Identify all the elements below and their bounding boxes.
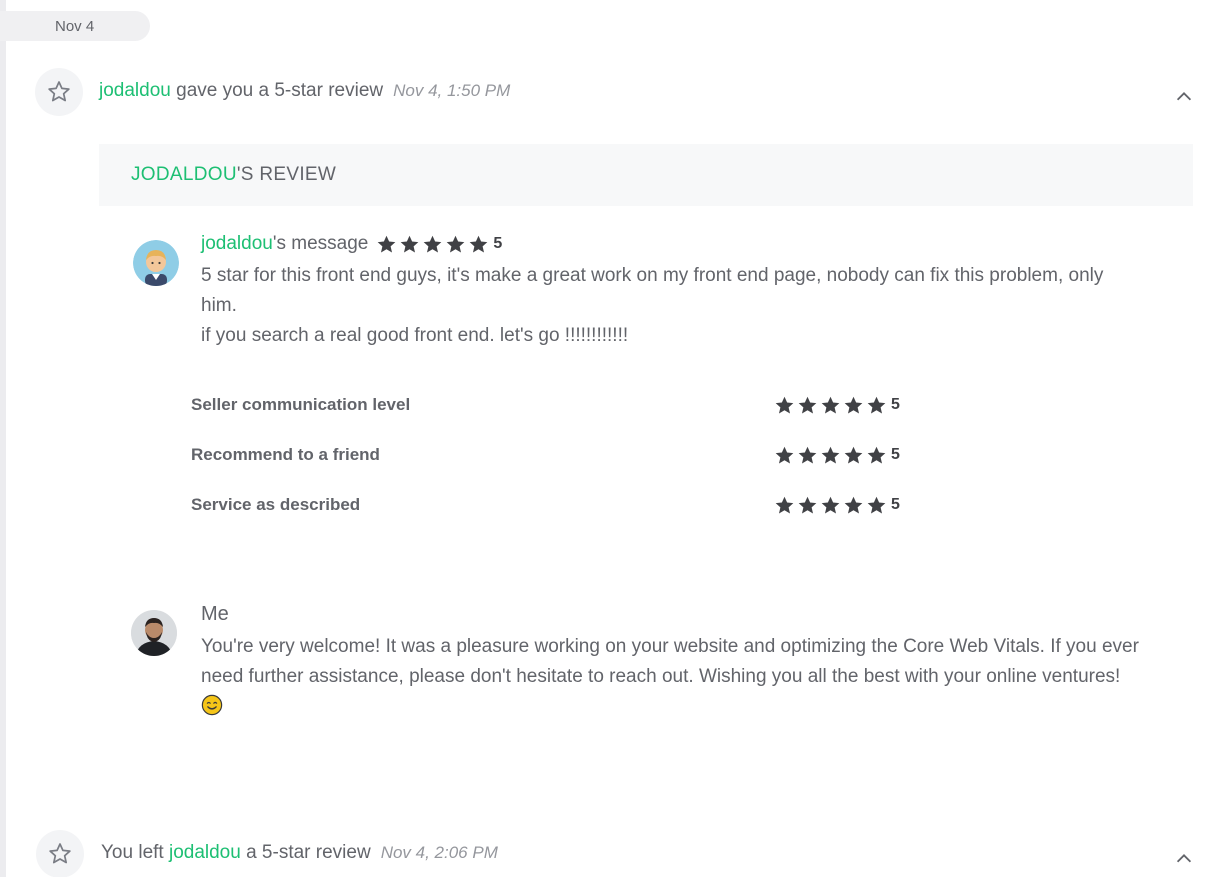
rating-value: 5 — [891, 396, 900, 413]
rating-label: Service as described — [191, 495, 361, 514]
review-header-user: JODALDOU — [131, 164, 237, 185]
star-filled-icon — [470, 235, 488, 252]
review-message-line2: if you search a real good front end. let… — [201, 325, 629, 346]
star-filled-icon — [447, 235, 465, 252]
star-outline-icon — [35, 68, 83, 116]
star-filled-icon — [844, 496, 863, 513]
activity-time: Nov 4, 2:06 PM — [380, 843, 498, 862]
star-filled-icon — [821, 446, 840, 463]
review-message: 5 star for this front end guys, it's mak… — [201, 261, 1131, 351]
star-filled-icon — [775, 396, 794, 413]
star-filled-icon — [798, 496, 817, 513]
star-filled-icon — [798, 396, 817, 413]
rating-label: Seller communication level — [191, 395, 411, 414]
rating-value: 5 — [891, 496, 900, 513]
review-header-suffix: 'S REVIEW — [236, 164, 337, 185]
username-link[interactable]: jodaldou — [99, 80, 171, 101]
activity-time: Nov 4, 1:50 PM — [393, 81, 511, 100]
rating-value: 5 — [891, 446, 900, 463]
star-filled-icon — [798, 446, 817, 463]
star-filled-icon — [867, 446, 886, 463]
rating-label: Recommend to a friend — [191, 445, 380, 464]
chevron-up-icon[interactable] — [1173, 848, 1195, 870]
reply-text: You're very welcome! It was a pleasure w… — [201, 636, 1139, 687]
star-filled-icon — [424, 235, 442, 252]
star-filled-icon — [844, 396, 863, 413]
reply-message: You're very welcome! It was a pleasure w… — [201, 632, 1141, 722]
rating-row: Service as described 5 — [191, 490, 911, 520]
review-header: JODALDOU 'S REVIEW — [99, 144, 1193, 206]
date-pill: Nov 4 — [0, 11, 150, 41]
left-rail — [0, 0, 6, 877]
star-filled-icon — [821, 496, 840, 513]
rating-stars: 5 — [774, 395, 900, 416]
reply-author: Me — [201, 603, 229, 625]
activity-prefix: You left — [101, 842, 169, 863]
star-filled-icon — [867, 396, 886, 413]
review-message-line1: 5 star for this front end guys, it's mak… — [201, 265, 1104, 316]
chevron-up-icon[interactable] — [1173, 86, 1195, 108]
star-filled-icon — [775, 496, 794, 513]
star-filled-icon — [867, 496, 886, 513]
star-filled-icon — [844, 446, 863, 463]
star-filled-icon — [378, 235, 396, 252]
reviewer-avatar[interactable] — [133, 240, 179, 286]
star-outline-icon — [36, 830, 84, 877]
rating-stars: 5 — [774, 495, 900, 516]
message-user[interactable]: jodaldou — [201, 233, 273, 255]
star-filled-icon — [401, 235, 419, 252]
overall-rating: 5 — [376, 234, 502, 255]
username-link[interactable]: jodaldou — [169, 842, 241, 863]
activity-title: jodaldou gave you a 5-star review Nov 4, … — [99, 80, 510, 102]
rating-row: Seller communication level 5 — [191, 390, 911, 420]
rating-stars: 5 — [774, 445, 900, 466]
overall-rating-value: 5 — [493, 235, 503, 252]
smiling-face-icon — [201, 694, 223, 716]
star-filled-icon — [775, 446, 794, 463]
activity-text: gave you a 5-star review — [170, 80, 384, 101]
rating-row: Recommend to a friend 5 — [191, 440, 911, 470]
activity-title: You left jodaldou a 5-star review Nov 4, … — [101, 842, 498, 864]
date-label: Nov 4 — [55, 17, 95, 35]
message-head: jodaldou's message 5 — [201, 233, 502, 255]
activity-text: a 5-star review — [240, 842, 371, 863]
message-suffix: 's message — [272, 233, 369, 254]
star-filled-icon — [821, 396, 840, 413]
my-avatar[interactable] — [131, 610, 177, 656]
